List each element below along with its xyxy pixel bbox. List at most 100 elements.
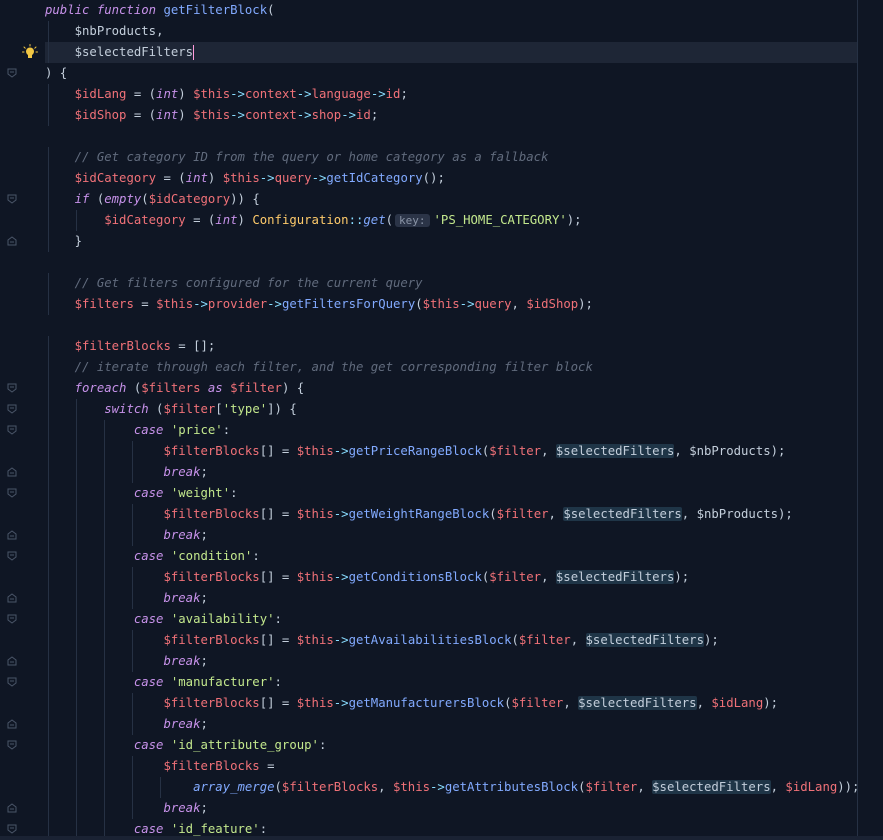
code-line[interactable]: break; (45, 798, 857, 819)
code-line[interactable]: $filterBlocks[] = $this->getConditionsBl… (45, 567, 857, 588)
code-line[interactable]: foreach ($filters as $filter) { (45, 378, 857, 399)
code-line[interactable] (45, 126, 857, 147)
code-token: $filterBlocks (74, 339, 171, 353)
fold-open-icon[interactable] (6, 487, 18, 499)
code-token: int (215, 213, 238, 227)
code-line[interactable]: break; (45, 714, 857, 735)
code-token: break (163, 717, 201, 731)
code-line[interactable] (45, 315, 857, 336)
code-token: 'id_feature' (170, 822, 260, 836)
code-token: , (696, 696, 712, 710)
code-line[interactable]: case 'condition': (45, 546, 857, 567)
fold-open-icon[interactable] (6, 424, 18, 436)
code-token: ( (274, 780, 282, 794)
code-line[interactable]: if (empty($idCategory)) { (45, 189, 857, 210)
indent-guide (48, 756, 49, 777)
indent-guide (48, 609, 49, 630)
fold-close-icon[interactable] (6, 655, 18, 667)
code-line[interactable]: array_merge($filterBlocks, $this->getAtt… (45, 777, 859, 798)
indent-guide (104, 777, 105, 798)
fold-open-icon[interactable] (6, 676, 18, 688)
code-line[interactable]: $idLang = (int) $this->context->language… (45, 84, 857, 105)
code-line[interactable]: } (45, 231, 857, 252)
code-token: $filterBlocks (163, 633, 260, 647)
lightbulb-icon[interactable] (22, 44, 38, 60)
code-line[interactable]: // Get category ID from the query or hom… (45, 147, 857, 168)
indent-guide (104, 630, 105, 651)
code-line[interactable]: case 'id_attribute_group': (45, 735, 857, 756)
code-line[interactable]: break; (45, 525, 857, 546)
code-line[interactable]: $selectedFilters (45, 42, 857, 63)
code-line[interactable]: // iterate through each filter, and the … (45, 357, 857, 378)
code-line[interactable]: // Get filters configured for the curren… (45, 273, 857, 294)
code-token: getIdCategory (326, 171, 423, 185)
code-area[interactable]: public function getFilterBlock( $nbProdu… (45, 0, 859, 840)
code-token: $selectedFilters (74, 45, 194, 59)
code-line[interactable]: switch ($filter['type']) { (45, 399, 857, 420)
code-token: $this (296, 570, 334, 584)
code-token: : (318, 738, 327, 752)
code-token: -> (296, 87, 312, 101)
code-line[interactable]: $nbProducts, (45, 21, 857, 42)
fold-open-icon[interactable] (6, 67, 18, 79)
fold-close-icon[interactable] (6, 718, 18, 730)
code-token: provider (207, 297, 268, 311)
code-line[interactable]: break; (45, 462, 857, 483)
fold-close-icon[interactable] (6, 529, 18, 541)
code-token: 'availability' (170, 612, 275, 626)
fold-open-icon[interactable] (6, 613, 18, 625)
code-token: $idLang (711, 696, 764, 710)
fold-close-icon[interactable] (6, 466, 18, 478)
code-line[interactable]: $filterBlocks = []; (45, 336, 857, 357)
code-line[interactable]: ) { (45, 63, 857, 84)
code-token: $filter (511, 696, 564, 710)
code-line[interactable]: case 'price': (45, 420, 857, 441)
fold-open-icon[interactable] (6, 403, 18, 415)
fold-close-icon[interactable] (6, 592, 18, 604)
fold-open-icon[interactable] (6, 739, 18, 751)
code-line[interactable]: $filters = $this->provider->getFiltersFo… (45, 294, 857, 315)
code-token: id (356, 108, 371, 122)
code-token: -> (230, 108, 245, 122)
indent-guide (104, 714, 105, 735)
code-line[interactable]: $filterBlocks[] = $this->getWeightRangeB… (45, 504, 857, 525)
code-token: ; (200, 801, 208, 815)
code-token: : (222, 423, 231, 437)
code-token: -> (296, 108, 312, 122)
fold-open-icon[interactable] (6, 550, 18, 562)
indent-guide (48, 672, 49, 693)
code-line[interactable]: $filterBlocks = (45, 756, 857, 777)
code-line[interactable]: $idShop = (int) $this->context->shop->id… (45, 105, 857, 126)
code-line[interactable]: case 'manufacturer': (45, 672, 857, 693)
fold-open-icon[interactable] (6, 823, 18, 835)
code-line[interactable]: $filterBlocks[] = $this->getManufacturer… (45, 693, 857, 714)
code-line[interactable]: $filterBlocks[] = $this->getPriceRangeBl… (45, 441, 857, 462)
code-line[interactable]: case 'availability': (45, 609, 857, 630)
code-line[interactable] (45, 252, 857, 273)
code-token: [ (215, 402, 223, 416)
code-token: ; (200, 528, 208, 542)
indent-guide (132, 798, 133, 819)
code-line[interactable]: break; (45, 588, 857, 609)
code-line[interactable]: $idCategory = (int) Configuration::get(k… (45, 210, 857, 231)
horizontal-scrollbar[interactable] (0, 836, 883, 840)
fold-open-icon[interactable] (6, 193, 18, 205)
code-token: [] = (259, 570, 297, 584)
code-line[interactable]: case 'weight': (45, 483, 857, 504)
fold-close-icon[interactable] (6, 235, 18, 247)
code-line[interactable]: break; (45, 651, 857, 672)
code-line[interactable]: $idCategory = (int) $this->query->getIdC… (45, 168, 857, 189)
code-editor[interactable]: public function getFilterBlock( $nbProdu… (0, 0, 883, 840)
fold-open-icon[interactable] (6, 382, 18, 394)
code-token: ; (200, 717, 208, 731)
fold-close-icon[interactable] (6, 802, 18, 814)
code-token: = ( (185, 213, 216, 227)
code-token: case (133, 549, 164, 563)
code-line[interactable]: $filterBlocks[] = $this->getAvailabiliti… (45, 630, 857, 651)
code-line[interactable]: public function getFilterBlock( (45, 0, 857, 21)
